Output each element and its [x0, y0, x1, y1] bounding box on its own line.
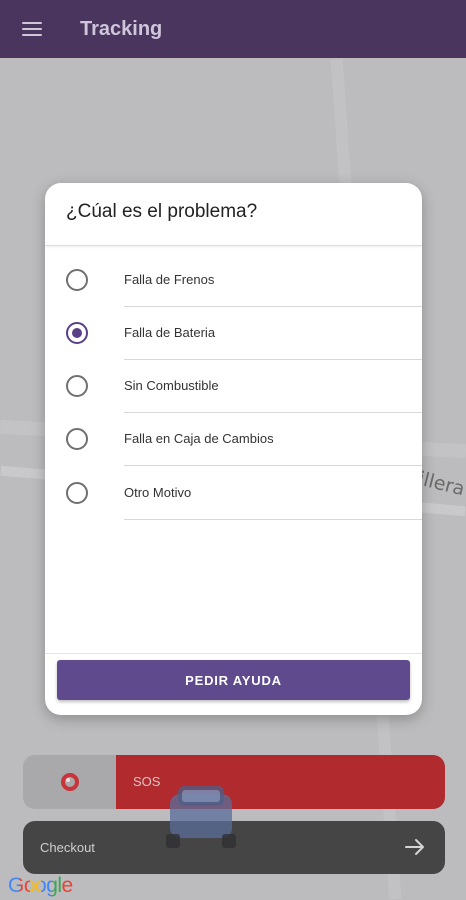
radio-button[interactable]	[66, 375, 88, 397]
menu-icon	[22, 22, 42, 36]
dialog-title: ¿Cúal es el problema?	[66, 201, 258, 222]
sos-icon-area[interactable]	[23, 755, 116, 809]
radio-button[interactable]	[66, 269, 88, 291]
option-label: Falla de Frenos	[124, 272, 215, 287]
lifebuoy-icon	[60, 773, 79, 791]
arrow-right-icon[interactable]	[403, 835, 427, 859]
google-logo-text: Google	[8, 874, 73, 897]
radio-button[interactable]	[66, 482, 88, 504]
checkout-label: Checkout	[40, 840, 95, 855]
menu-button[interactable]	[0, 0, 64, 58]
page-title: Tracking	[80, 17, 163, 40]
option-label: Sin Combustible	[124, 378, 219, 393]
option-label: Falla de Bateria	[124, 325, 216, 340]
divider	[45, 653, 422, 654]
map-street-label: illera	[416, 467, 466, 501]
app-bar: Tracking	[0, 0, 466, 58]
car-marker-icon	[166, 786, 236, 848]
option-sin-combustible[interactable]: Sin Combustible	[45, 360, 422, 413]
divider	[124, 465, 422, 466]
google-logo: Google	[8, 874, 73, 898]
pedir-ayuda-button[interactable]: PEDIR AYUDA	[57, 660, 410, 700]
problem-dialog: ¿Cúal es el problema? Falla de Frenos Fa…	[45, 183, 422, 715]
divider	[45, 245, 422, 246]
radio-button-selected[interactable]	[66, 322, 88, 344]
sos-label: SOS	[133, 774, 161, 789]
divider	[124, 519, 422, 520]
option-label: Otro Motivo	[124, 485, 192, 500]
option-label: Falla en Caja de Cambios	[124, 431, 274, 446]
option-otro-motivo[interactable]: Otro Motivo	[45, 467, 422, 520]
option-falla-frenos[interactable]: Falla de Frenos	[45, 254, 422, 307]
option-caja-cambios[interactable]: Falla en Caja de Cambios	[45, 413, 422, 466]
radio-button[interactable]	[66, 428, 88, 450]
option-falla-bateria[interactable]: Falla de Bateria	[45, 307, 422, 360]
